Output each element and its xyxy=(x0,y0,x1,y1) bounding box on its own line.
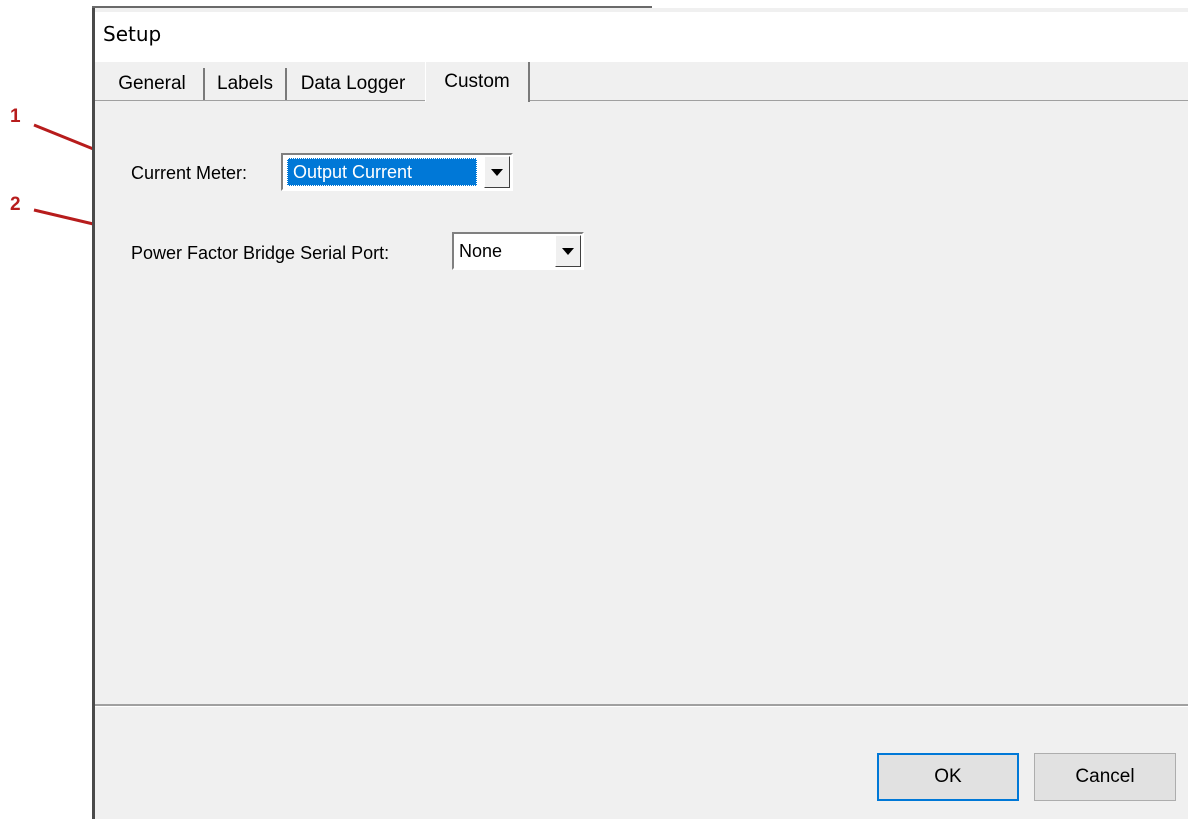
pf-bridge-port-label: Power Factor Bridge Serial Port: xyxy=(131,243,390,263)
tab-general[interactable]: General xyxy=(101,68,205,100)
pf-bridge-port-dropdown-button[interactable] xyxy=(555,235,581,267)
chevron-down-icon xyxy=(562,247,574,255)
current-meter-label: Current Meter: xyxy=(131,163,248,183)
tab-data-logger[interactable]: Data Logger xyxy=(287,68,419,100)
cancel-button[interactable]: Cancel xyxy=(1034,753,1176,801)
tab-labels[interactable]: Labels xyxy=(205,68,287,100)
tab-strip-line xyxy=(95,100,1188,101)
button-area-separator-highlight xyxy=(95,706,1188,707)
current-meter-value: Output Current xyxy=(287,158,477,186)
setup-dialog: Setup General Labels Data Logger Custom … xyxy=(92,8,1188,819)
pf-bridge-port-value: None xyxy=(459,240,503,261)
dialog-title: Setup xyxy=(103,22,162,46)
pf-bridge-port-select[interactable]: None xyxy=(452,232,584,270)
annotation-number-1: 1 xyxy=(10,106,21,127)
current-meter-dropdown-button[interactable] xyxy=(484,156,510,188)
chevron-down-icon xyxy=(491,168,503,176)
title-bar: Setup xyxy=(95,12,1188,62)
tab-custom[interactable]: Custom xyxy=(425,62,530,102)
annotation-number-2: 2 xyxy=(10,194,21,215)
ok-button[interactable]: OK xyxy=(877,753,1019,801)
current-meter-select[interactable]: Output Current xyxy=(281,153,513,191)
